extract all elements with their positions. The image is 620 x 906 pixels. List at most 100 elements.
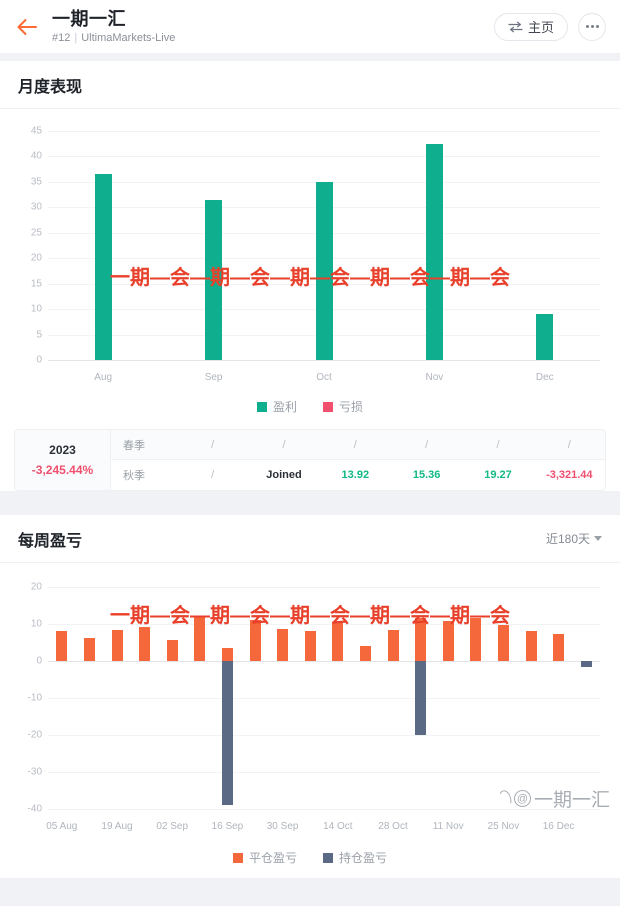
- gridline: [48, 809, 600, 810]
- y-axis-tick: 0: [36, 354, 42, 366]
- season-row-label: 秋季: [123, 470, 145, 482]
- monthly-card-title: 月度表现: [18, 78, 83, 96]
- account-title-block: 一期一汇 #12 | UltimaMarkets-Live: [52, 9, 175, 45]
- legend-swatch: [323, 852, 333, 863]
- weekly-pnl-card: 每周盈亏 近180天 20 10 0 -10 -20 -30 -40 05 Aug 19 Aug…: [0, 515, 620, 878]
- weekly-bar[interactable]: [56, 631, 68, 661]
- legend-swatch: [232, 852, 243, 863]
- monthly-bar[interactable]: [205, 199, 223, 360]
- section-gap: [0, 53, 620, 61]
- season-cell: /: [211, 469, 215, 481]
- legend-label: 盈利: [272, 400, 297, 414]
- legend-item[interactable]: 盈利: [256, 398, 297, 415]
- subtitle-separator: |: [74, 31, 78, 44]
- season-cell: /: [211, 438, 215, 451]
- legend-item[interactable]: 亏损: [323, 398, 363, 415]
- more-dots-icon: [590, 25, 594, 28]
- weekly-bar[interactable]: [470, 618, 482, 661]
- y-axis-tick: 25: [30, 227, 42, 239]
- weekly-bar[interactable]: [111, 629, 123, 661]
- gridline: [48, 661, 600, 662]
- weekly-bar[interactable]: [553, 634, 565, 661]
- season-rows: 春季 / / / / / / 秋季 / Joined 13.92 15.36 19.27 -3,321.4…: [111, 430, 605, 490]
- legend-label: 平仓盈亏: [248, 851, 297, 865]
- back-arrow-icon[interactable]: [14, 14, 40, 40]
- x-axis-line: [48, 360, 600, 361]
- y-axis-tick: 30: [30, 201, 42, 213]
- weekly-bar[interactable]: [277, 629, 289, 661]
- x-axis-tick: Nov: [425, 372, 444, 383]
- x-axis-tick: 19 Aug: [101, 821, 133, 832]
- weekly-bar[interactable]: [580, 661, 592, 667]
- weekly-bar[interactable]: [332, 621, 344, 661]
- gridline: [48, 131, 600, 132]
- monthly-chart-plot: 0 5 10 15 20 25 30 35 40 45 Aug Sep Oct Nov Dec: [10, 123, 610, 388]
- x-axis-tick: Sep: [204, 372, 223, 383]
- x-axis-tick: Oct: [316, 372, 332, 383]
- monthly-bar[interactable]: [425, 143, 443, 360]
- weekly-bar[interactable]: [221, 647, 233, 661]
- y-axis-tick: 20: [30, 252, 42, 264]
- legend-swatch: [256, 401, 267, 412]
- legend-item[interactable]: 持仓盈亏: [323, 849, 387, 866]
- table-row: 秋季 / Joined 13.92 15.36 19.27 -3,321.44: [111, 460, 605, 490]
- app-header: 一期一汇 #12 | UltimaMarkets-Live 主页: [0, 0, 620, 53]
- season-cell: 15.36: [412, 469, 441, 481]
- weekly-bar[interactable]: [166, 639, 178, 661]
- y-axis-tick: -30: [27, 766, 42, 778]
- weekly-bar[interactable]: [415, 661, 427, 735]
- y-axis-tick: 0: [36, 655, 42, 667]
- legend-label: 持仓盈亏: [339, 851, 388, 865]
- date-range-selector[interactable]: 近180天: [546, 530, 602, 547]
- section-gap: [0, 507, 620, 515]
- x-axis-tick: 05 Aug: [46, 821, 78, 832]
- season-year: 2023: [49, 443, 76, 457]
- monthly-bar[interactable]: [536, 314, 554, 360]
- weekly-bar[interactable]: [221, 661, 233, 806]
- season-cell: /: [567, 438, 571, 451]
- weekly-bar[interactable]: [304, 630, 316, 661]
- y-axis-tick: 40: [30, 150, 42, 162]
- season-cell: 19.27: [484, 469, 512, 481]
- legend-item[interactable]: 平仓盈亏: [232, 849, 297, 866]
- legend-label: 亏损: [339, 400, 364, 414]
- monthly-card-header: 月度表现: [0, 61, 620, 109]
- x-axis-tick: 30 Sep: [266, 821, 299, 832]
- home-button-label: 主页: [527, 20, 554, 35]
- weekly-bar[interactable]: [83, 638, 95, 661]
- season-row-label: 春季: [123, 439, 145, 452]
- weekly-bar[interactable]: [442, 621, 454, 661]
- y-axis-tick: 5: [36, 329, 42, 341]
- monthly-bar[interactable]: [315, 181, 333, 360]
- y-axis-tick: 20: [30, 581, 42, 593]
- season-cell: /: [282, 438, 286, 451]
- x-axis-tick: 25 Nov: [487, 821, 520, 832]
- weekly-bar[interactable]: [387, 629, 399, 661]
- x-axis-tick: Dec: [535, 372, 554, 383]
- home-button[interactable]: 主页: [493, 12, 568, 41]
- y-axis-tick: -10: [27, 692, 42, 704]
- gridline: [48, 698, 600, 699]
- gridline: [48, 156, 600, 158]
- header-actions: 主页: [493, 12, 606, 41]
- y-axis-tick: 10: [30, 303, 42, 315]
- weekly-chart: 20 10 0 -10 -20 -30 -40 05 Aug 19 Aug 02 Sep 16 Se…: [0, 563, 620, 839]
- account-id: #12: [52, 31, 71, 44]
- date-range-label: 近180天: [545, 532, 590, 546]
- swap-arrows-icon: [508, 21, 523, 32]
- monthly-bar[interactable]: [94, 174, 112, 360]
- weekly-bar[interactable]: [359, 646, 371, 661]
- broker-name: UltimaMarkets-Live: [81, 31, 176, 44]
- weekly-bar[interactable]: [139, 626, 151, 661]
- more-options-button[interactable]: [578, 12, 606, 41]
- weekly-card-header: 每周盈亏 近180天: [0, 515, 620, 563]
- x-axis-tick: 28 Oct: [378, 821, 408, 832]
- season-percent: -3,245.44%: [31, 463, 94, 477]
- weekly-bar[interactable]: [415, 618, 427, 661]
- weekly-bar[interactable]: [249, 620, 261, 661]
- weekly-bar[interactable]: [497, 624, 509, 661]
- gridline: [48, 624, 600, 625]
- weekly-bar[interactable]: [525, 630, 537, 661]
- y-axis-tick: -40: [27, 803, 42, 815]
- weekly-bar[interactable]: [194, 617, 206, 661]
